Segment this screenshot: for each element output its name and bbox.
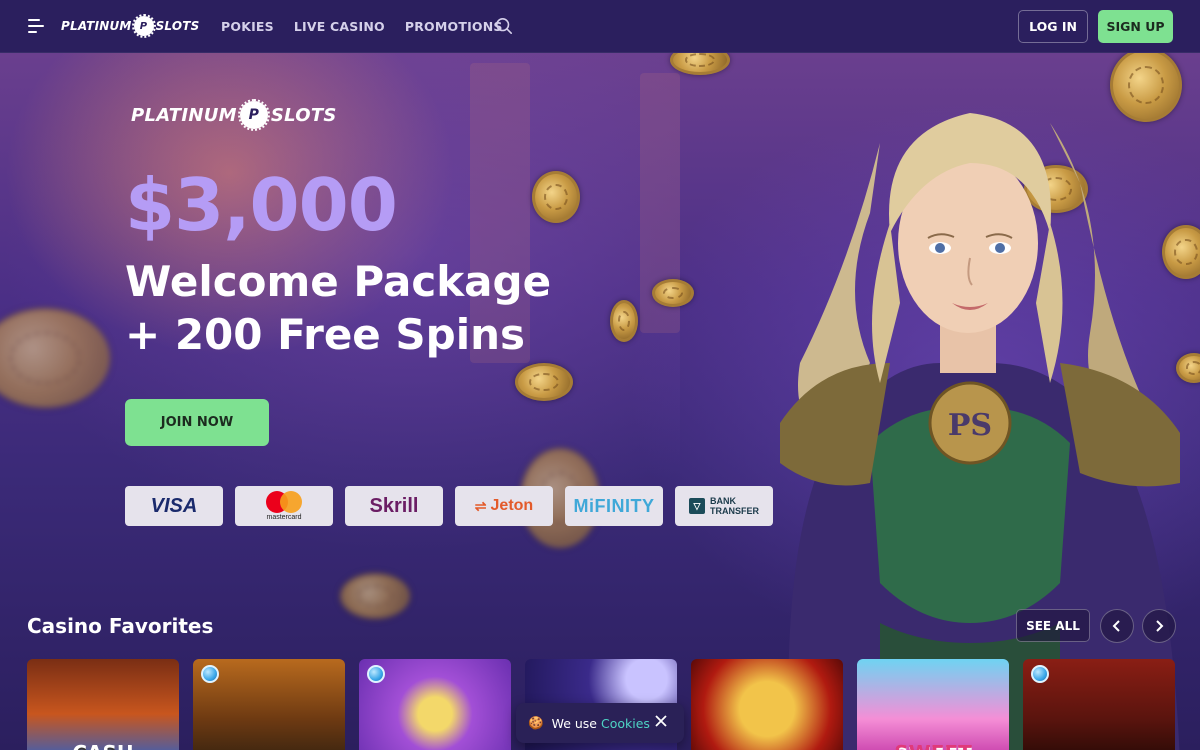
chevron-left-icon (1112, 620, 1120, 632)
cookie-icon: 🍪 (528, 715, 544, 730)
game-title: SWEET (857, 741, 1009, 750)
coin-decoration (340, 573, 410, 619)
coin-decoration (532, 171, 580, 223)
heroine-illustration: PS (780, 113, 1180, 750)
game-card[interactable] (359, 659, 511, 750)
headline-line-1: Welcome Package (125, 257, 552, 306)
hero-brand-badge: P (237, 99, 270, 131)
game-card[interactable]: SWEET (857, 659, 1009, 750)
svg-text:PS: PS (948, 408, 992, 443)
game-card[interactable]: CASH (27, 659, 179, 750)
search-icon[interactable] (495, 17, 513, 35)
top-header: PLATINUM P SLOTS POKIES LIVE CASINO PROM… (0, 0, 1200, 53)
login-button[interactable]: LOG IN (1018, 10, 1088, 43)
game-card[interactable] (1023, 659, 1175, 750)
nav-item-live-casino[interactable]: LIVE CASINO (294, 19, 385, 34)
game-title: CASH (27, 741, 179, 750)
hero-brand-left: PLATINUM (131, 104, 237, 126)
coin-decoration (652, 279, 694, 307)
brand-name-left: PLATINUM (61, 19, 132, 33)
brand-name-right: SLOTS (155, 19, 200, 33)
mastercard-logo: mastercard (235, 486, 333, 526)
chevron-right-icon (1156, 620, 1164, 632)
carousel-prev-button[interactable] (1100, 609, 1134, 643)
menu-icon[interactable] (28, 19, 46, 33)
bank-label-line-1: BANK (710, 496, 736, 506)
mastercard-icon (266, 491, 302, 513)
cookie-text: We use Cookies (552, 716, 650, 731)
mastercard-label: mastercard (266, 514, 302, 521)
brand-badge: P (131, 14, 156, 38)
skrill-logo: Skrill (345, 486, 443, 526)
bank-label-line-2: TRANSFER (710, 506, 759, 516)
mifinity-logo: MiFINITY (565, 486, 663, 526)
brand-logo[interactable]: PLATINUM P SLOTS (61, 14, 200, 38)
hero-headline: Welcome Package + 200 Free Spins (125, 255, 551, 361)
gem-badge-icon (201, 665, 219, 683)
join-now-button[interactable]: JOIN NOW (125, 399, 269, 446)
coin-decoration (610, 300, 638, 342)
headline-line-2: + 200 Free Spins (125, 310, 526, 359)
coin-decoration (515, 363, 573, 401)
bank-icon: ▽ (689, 498, 705, 514)
jeton-label: Jeton (490, 497, 534, 514)
close-icon[interactable] (654, 714, 668, 728)
cookies-link[interactable]: Cookies (601, 716, 650, 731)
gem-badge-icon (367, 665, 385, 683)
bonus-amount: $3,000 (125, 163, 398, 247)
game-card[interactable] (691, 659, 843, 750)
cookie-prefix: We use (551, 715, 597, 731)
section-title: Casino Favorites (27, 614, 214, 638)
nav-item-promotions[interactable]: PROMOTIONS (405, 19, 503, 34)
hero-brand-logo: PLATINUM P SLOTS (131, 99, 337, 131)
nav-item-pokies[interactable]: POKIES (221, 19, 274, 34)
cookie-banner: 🍪 We use Cookies (516, 703, 684, 743)
jeton-icon: ⇌ (474, 497, 487, 514)
game-card[interactable] (193, 659, 345, 750)
bank-transfer-logo: ▽ BANK TRANSFER (675, 486, 773, 526)
see-all-button[interactable]: SEE ALL (1016, 609, 1090, 642)
gem-badge-icon (1031, 665, 1049, 683)
signup-button[interactable]: SIGN UP (1098, 10, 1173, 43)
hero-brand-right: SLOTS (270, 104, 337, 126)
visa-logo: VISA (125, 486, 223, 526)
carousel-next-button[interactable] (1142, 609, 1176, 643)
hero-banner: PS PLATINUM P SLOTS $3,000 Welcome Packa… (0, 53, 1200, 750)
main-nav: POKIES LIVE CASINO PROMOTIONS (221, 19, 503, 34)
jeton-logo: ⇌ Jeton (455, 486, 553, 526)
payment-methods: VISA mastercard Skrill ⇌ Jeton MiFINITY … (125, 486, 773, 526)
